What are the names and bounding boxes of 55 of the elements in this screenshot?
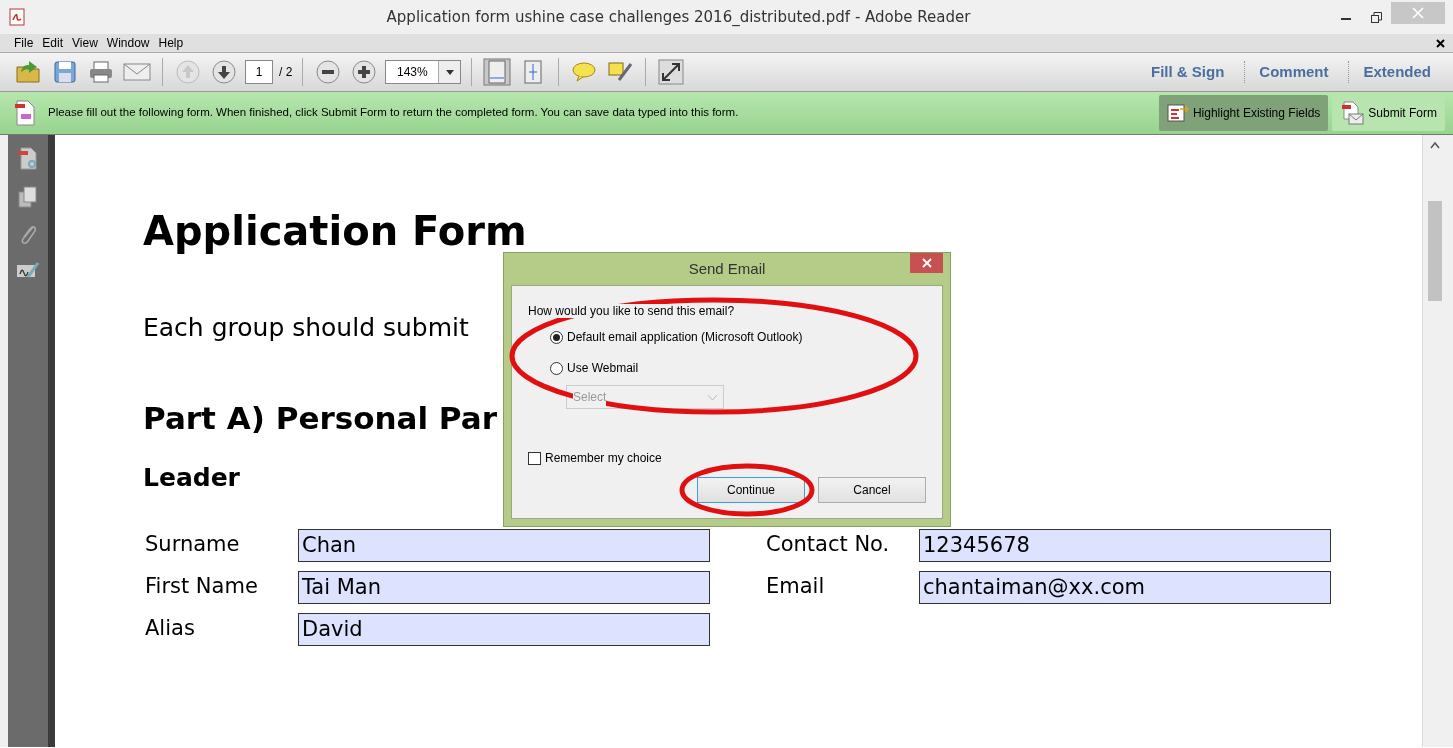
section-heading: Part A) Personal Par [143,398,497,438]
menu-item[interactable]: Edit [40,34,71,52]
radio-button[interactable] [550,361,563,375]
radio-label[interactable]: Use Webmail [567,359,639,377]
cancel-button[interactable]: Cancel [818,477,926,503]
panel-link[interactable]: Fill & Sign [1136,60,1239,84]
pdf-app-icon [8,8,26,26]
field-label: First Name [144,573,259,601]
submit-form-button[interactable]: Submit Form [1332,95,1445,131]
zoom-dropdown[interactable]: 143% [385,60,462,84]
arrow-down-icon[interactable] [209,57,239,87]
form-document-icon [14,100,36,126]
subsection-heading: Leader [143,462,240,494]
menu-item[interactable]: Help [156,34,191,52]
document-paragraph: Each group should submit [143,312,469,344]
caret-icon [708,394,717,401]
expand-arrows-icon[interactable] [656,57,687,87]
radio-label[interactable]: Default email application (Microsoft Outlook) [567,328,803,346]
input-field[interactable]: David [298,612,710,646]
field-label: Contact No. [765,531,891,559]
menu-item[interactable]: Window [104,34,157,52]
highlight-fields-icon [1166,103,1189,123]
page-number-field[interactable]: 1 [245,60,273,84]
document-search-icon[interactable] [17,147,39,171]
pages-icon[interactable] [17,185,39,209]
field-label: Email [765,573,826,601]
input-field[interactable]: chantaiman@xx.com [919,570,1331,604]
dialog-title: Send Email [688,258,766,279]
page-total: / 2 [279,64,293,81]
field-label: Alias [144,615,196,643]
document-envelope-icon [1340,101,1365,125]
scrollbar-thumb[interactable] [1428,201,1442,301]
field-label: Surname [144,531,241,559]
input-field[interactable]: Chan [298,528,710,562]
document-title: Application Form [143,209,527,253]
checkbox[interactable] [528,451,541,465]
window-title: Application form ushine case challenges 2016_distributed.pdf - Adobe Reader [385,6,972,28]
checkbox-label[interactable]: Remember my choice [545,449,662,467]
close-icon[interactable] [910,253,943,273]
caret-icon[interactable] [445,69,454,75]
dialog-question: How would you like to send this email? [528,304,735,318]
radio-button[interactable] [550,330,563,344]
input-field[interactable]: Tai Man [298,570,710,604]
panel-link[interactable]: Extended [1348,60,1445,84]
close-document-icon[interactable] [1436,38,1445,48]
scroll-up-icon[interactable] [1430,141,1440,149]
highlight-fields-button[interactable]: Highlight Existing Fields [1158,95,1329,131]
menu-item[interactable]: View [70,34,105,52]
webmail-dropdown: Select [566,385,724,409]
continue-button[interactable]: Continue [697,477,805,503]
panel-link[interactable]: Comment [1244,60,1343,84]
fit-width-icon[interactable] [482,57,513,87]
input-field[interactable]: 12345678 [919,528,1331,562]
form-instructions: Please fill out the following form. When finished, click Submit Form to return the completed form. You can save data typed into this form. [48,105,740,121]
menu-item[interactable]: File [12,34,41,52]
